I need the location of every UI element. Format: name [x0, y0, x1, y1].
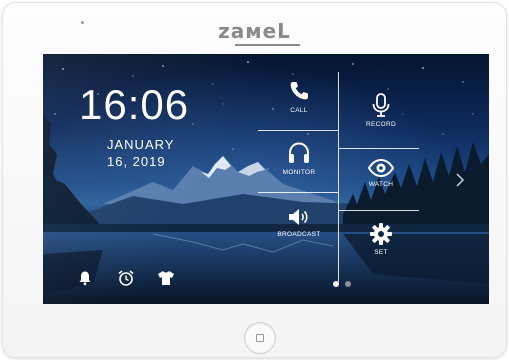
- tile-monitor[interactable]: MONITOR: [261, 140, 337, 190]
- chevron-right-icon[interactable]: [453, 172, 467, 188]
- tile-watch-label: WATCH: [368, 181, 394, 188]
- home-square-icon: [256, 334, 264, 342]
- tile-broadcast-label: BROADCAST: [277, 231, 321, 238]
- brand-underline: [235, 44, 300, 46]
- tile-call-label: CALL: [290, 107, 308, 114]
- grid-divider-vertical: [338, 72, 339, 282]
- grid-divider-right-2: [339, 210, 419, 211]
- bell-icon[interactable]: [75, 268, 95, 288]
- clock-time: 16:06: [79, 81, 190, 128]
- tile-record[interactable]: RECORD: [341, 92, 421, 144]
- tile-monitor-label: MONITOR: [282, 169, 316, 176]
- home-button[interactable]: [244, 322, 276, 354]
- alarm-clock-icon[interactable]: [116, 268, 136, 288]
- tile-call[interactable]: CALL: [261, 80, 337, 128]
- phone-icon: [290, 82, 308, 100]
- intercom-device: zaмeL 16:06 JANUARY 16, 2019 CALL RECORD…: [2, 2, 507, 358]
- gear-icon: [370, 223, 392, 245]
- eye-icon: [367, 158, 395, 178]
- tile-set-label: SET: [374, 249, 388, 256]
- brand-logo: zaмeL: [218, 19, 291, 43]
- grid-divider-left-1: [258, 130, 338, 131]
- speaker-icon: [289, 209, 308, 225]
- grid-divider-right-1: [339, 148, 419, 149]
- touch-screen: 16:06 JANUARY 16, 2019 CALL RECORD MONIT…: [43, 54, 489, 304]
- page-dot-active[interactable]: [333, 281, 339, 287]
- headphones-icon: [289, 142, 309, 163]
- microphone-icon: [372, 93, 390, 117]
- page-dot-inactive[interactable]: [345, 281, 351, 287]
- grid-divider-left-2: [258, 192, 338, 193]
- shirt-icon[interactable]: [156, 268, 176, 288]
- date-day-year: 16, 2019: [107, 154, 166, 169]
- tile-watch[interactable]: WATCH: [341, 158, 421, 208]
- tile-set[interactable]: SET: [341, 222, 421, 268]
- date-month: JANUARY: [107, 137, 175, 152]
- tile-record-label: RECORD: [366, 121, 396, 128]
- tile-broadcast[interactable]: BROADCAST: [261, 206, 337, 252]
